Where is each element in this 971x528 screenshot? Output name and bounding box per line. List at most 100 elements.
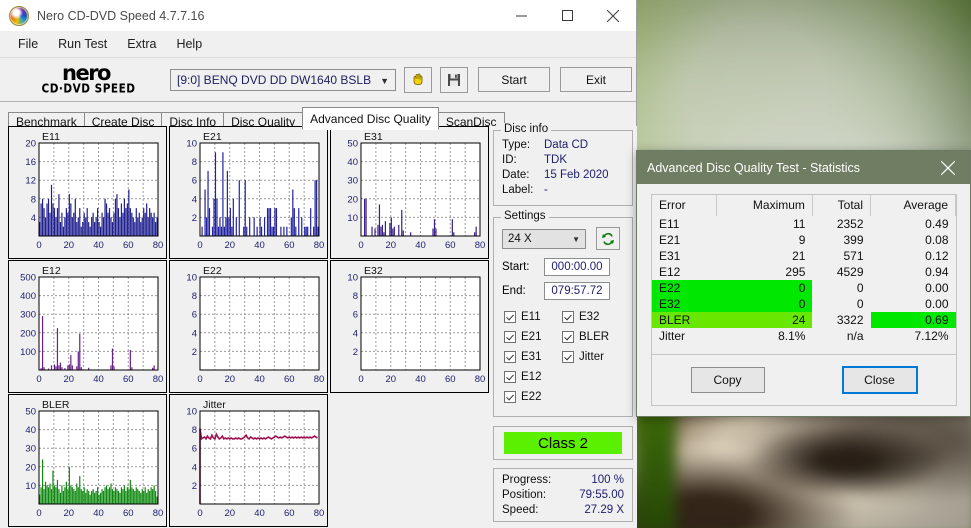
close-icon[interactable] [926,151,970,184]
svg-text:20: 20 [63,240,74,251]
svg-text:E31: E31 [364,131,383,143]
table-row[interactable]: E12 295 4529 0.94 [652,264,956,280]
svg-text:80: 80 [475,240,486,251]
svg-text:80: 80 [475,374,486,385]
start-time-field[interactable]: 000:00.00 [544,258,610,276]
end-time-field[interactable]: 079:57.72 [544,282,610,300]
chart-jitter: 2 4 6 8 10 0 20 40 60 80 Jitter [169,394,328,527]
speed-row: Speed: 27.29 X [502,503,624,518]
maximize-icon[interactable] [544,0,590,31]
refresh-icon[interactable] [596,227,620,250]
drive-select-value: [9:0] BENQ DVD DD DW1640 BSLB [177,72,372,87]
svg-text:40: 40 [415,240,426,251]
exit-button[interactable]: Exit [560,67,632,92]
cell-average: 0.00 [925,281,949,295]
checkbox-jitter[interactable]: Jitter [562,347,624,367]
svg-text:4: 4 [353,328,358,339]
cell-maximum: 24 [716,312,813,328]
col-average: Average [870,195,956,216]
table-row[interactable]: E32 0 0 0.00 [652,296,956,312]
svg-text:80: 80 [314,374,325,385]
svg-text:0: 0 [358,374,363,385]
svg-text:80: 80 [314,508,325,519]
statistics-table: Error Maximum Total Average E11 11 2352 0.4… [652,195,956,344]
check-icon [504,331,516,343]
svg-text:200: 200 [20,328,36,339]
menu-run-test[interactable]: Run Test [48,34,117,54]
svg-text:20: 20 [347,194,358,205]
svg-text:6: 6 [192,444,197,455]
cell-total: 399 [843,233,864,247]
cell-total: n/a [846,329,864,343]
svg-text:20: 20 [63,374,74,385]
eject-hand-icon[interactable] [404,66,432,93]
menu-bar: File Run Test Extra Help [0,31,636,58]
svg-text:50: 50 [347,139,358,150]
cell-error: Jitter [659,329,686,343]
menu-file[interactable]: File [8,34,48,54]
svg-text:20: 20 [224,374,235,385]
cell-maximum: 21 [792,249,806,263]
checkbox-bler[interactable]: BLER [562,327,624,347]
disc-label-value: - [544,184,548,196]
svg-text:10: 10 [347,273,358,284]
checkbox-e31-label: E31 [521,351,542,363]
checkbox-e32[interactable]: E32 [562,307,624,327]
table-row[interactable]: E21 9 399 0.08 [652,232,956,248]
svg-text:30: 30 [25,444,36,455]
start-button[interactable]: Start [478,67,550,92]
speed-select[interactable]: 24 X ▼ [502,228,586,249]
checkbox-e22[interactable]: E22 [504,387,562,407]
cell-maximum: 0 [716,280,813,296]
svg-text:0: 0 [36,374,41,385]
chart-e32: 2 4 6 8 10 0 20 40 60 80 E32 [330,260,489,393]
svg-text:40: 40 [254,240,265,251]
cell-average: 0.08 [925,233,949,247]
copy-button[interactable]: Copy [690,367,765,393]
dialog-button-bar: Copy Close [651,354,957,406]
svg-text:2: 2 [192,481,197,492]
position-label: Position: [502,489,547,501]
svg-text:20: 20 [63,508,74,519]
svg-text:8: 8 [353,291,358,302]
drive-select[interactable]: [9:0] BENQ DVD DD DW1640 BSLB ▼ [170,68,396,91]
tab-advanced-disc-quality[interactable]: Advanced Disc Quality [302,107,439,130]
table-row[interactable]: E31 21 571 0.12 [652,248,956,264]
svg-text:0: 0 [358,240,363,251]
checkbox-e21[interactable]: E21 [504,327,562,347]
table-row[interactable]: E22 0 0 0.00 [652,280,956,296]
table-row[interactable]: Jitter 8.1% n/a 7.12% [652,328,956,344]
table-row[interactable]: E11 11 2352 0.49 [652,216,956,232]
menu-help[interactable]: Help [166,34,212,54]
floppy-save-icon[interactable] [440,66,468,93]
disc-info-group: Disc info Type: Data CD ID: TDK Date: 15 Fe… [493,123,633,206]
checkbox-bler-label: BLER [579,331,610,343]
checkbox-e11[interactable]: E11 [504,307,562,327]
dialog-title: Advanced Disc Quality Test - Statistics [647,160,861,175]
close-icon[interactable] [590,0,636,31]
title-bar: Nero CD-DVD Speed 4.7.7.16 [0,0,636,31]
chevron-down-icon: ▼ [380,75,389,86]
close-button[interactable]: Close [841,366,918,394]
svg-text:500: 500 [20,273,36,284]
col-maximum: Maximum [716,195,813,216]
menu-extra[interactable]: Extra [117,34,166,54]
progress-row: Progress: 100 % [502,473,624,488]
svg-text:30: 30 [347,176,358,187]
svg-text:60: 60 [123,240,134,251]
checkbox-e31[interactable]: E31 [504,347,562,367]
nero-disc-icon [9,5,29,26]
svg-text:4: 4 [192,328,197,339]
chart-e21: 2 4 6 8 10 0 20 40 60 80 E21 [169,126,328,259]
disc-label-label: Label: [502,184,534,196]
chart-grid: 4 8 12 16 20 0 20 40 60 80 E11 2 4 6 8 10 0 20 40 60 80 E21 10… [8,126,489,527]
table-row[interactable]: BLER 24 3322 0.69 [652,312,956,328]
svg-text:6: 6 [192,310,197,321]
checkbox-e12[interactable]: E12 [504,367,562,387]
cell-maximum: 295 [785,265,806,279]
cell-error: E12 [659,265,681,279]
svg-text:E12: E12 [42,265,61,277]
minimize-icon[interactable] [498,0,544,31]
cell-error: E31 [659,249,681,263]
settings-legend: Settings [501,210,549,222]
